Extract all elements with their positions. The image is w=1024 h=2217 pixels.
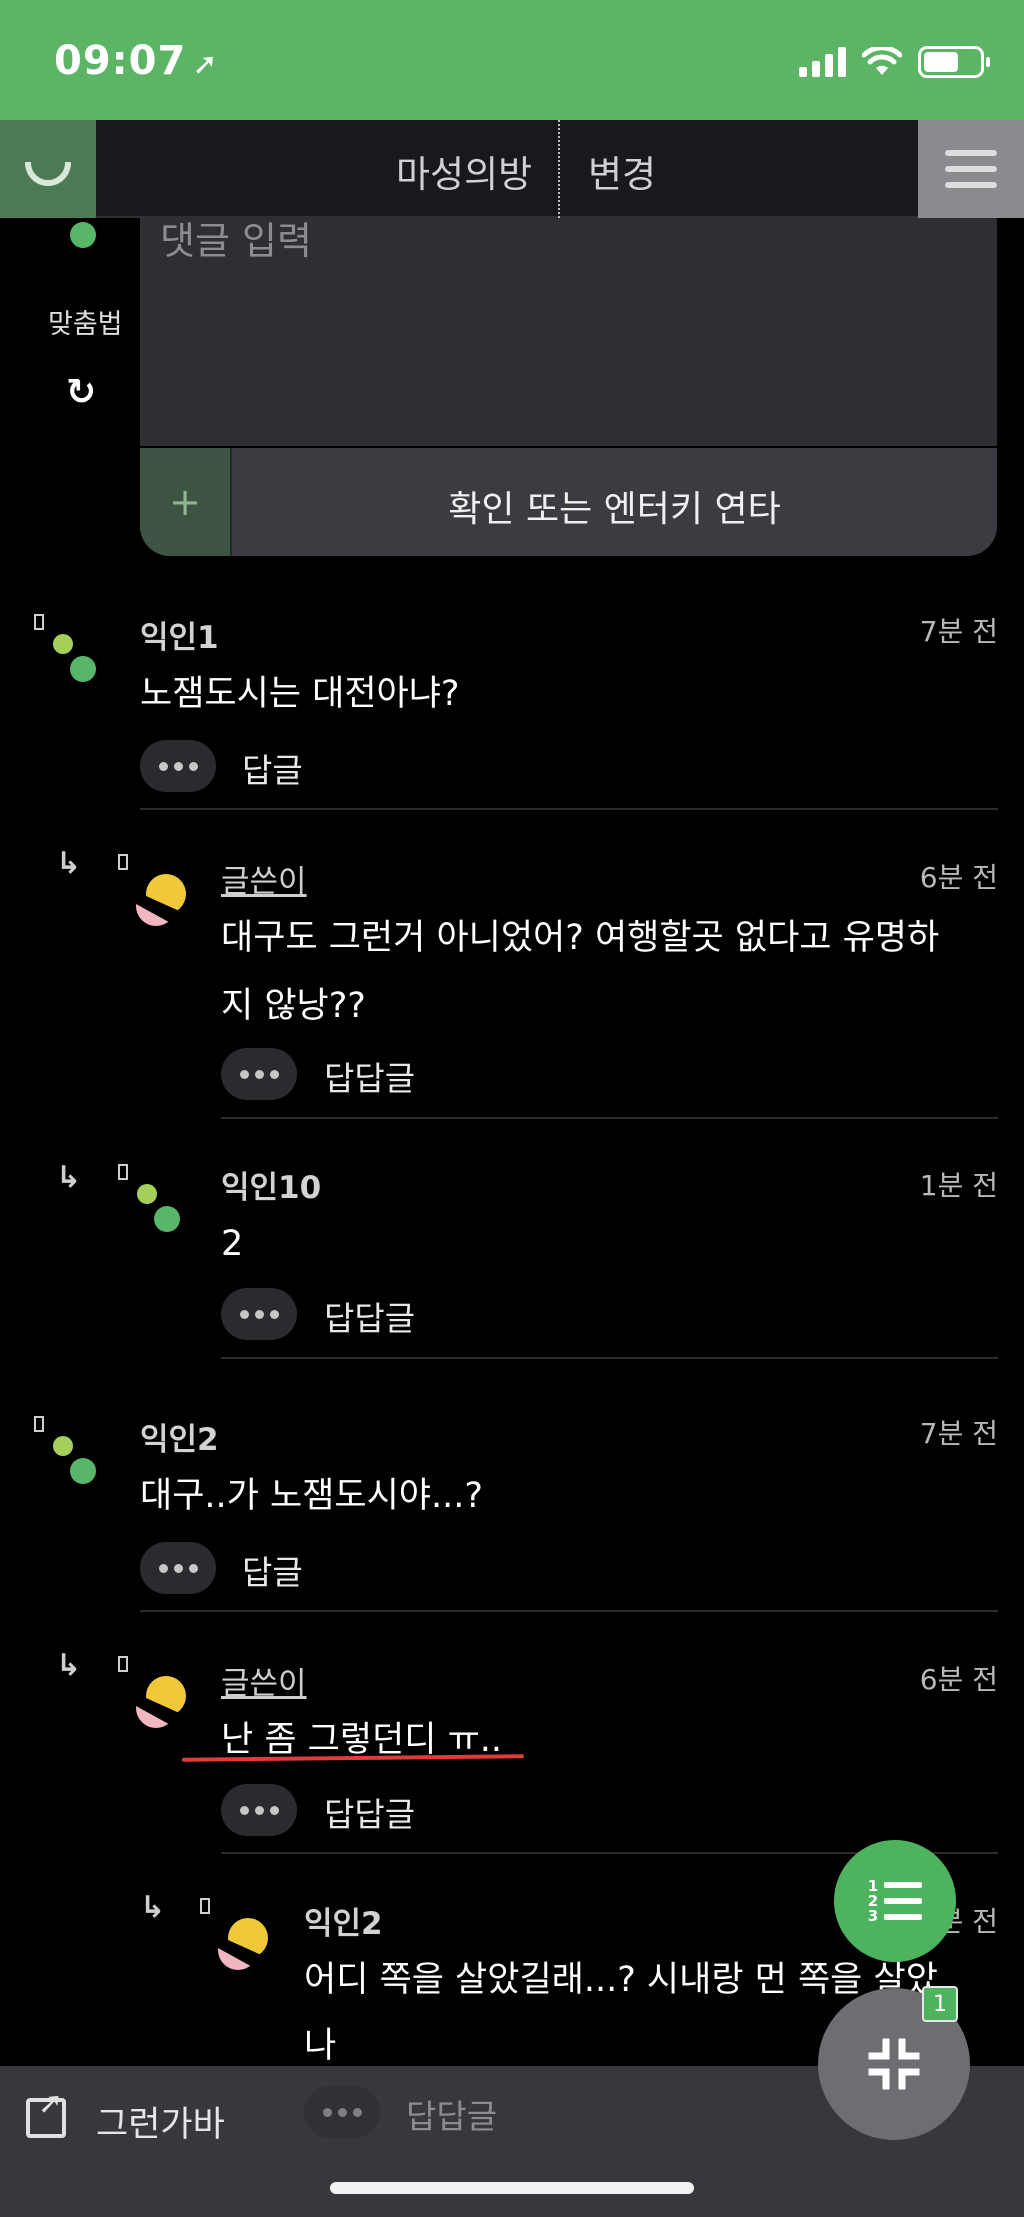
flag-icon xyxy=(118,1656,128,1672)
comment-divider xyxy=(140,1610,998,1612)
comment-text: 난 좀 그렇던디 ㅠ.. xyxy=(221,1720,503,1760)
status-bar: 09:07 ➚ xyxy=(0,0,1024,120)
refresh-icon[interactable]: ↻ xyxy=(66,372,96,413)
writer-avatar xyxy=(134,874,186,926)
comment-input[interactable]: 댓글 입력 xyxy=(140,218,997,446)
change-button[interactable]: 변경 xyxy=(588,144,656,198)
reply-button[interactable]: 답글 xyxy=(242,1546,303,1594)
reply-arrow-icon: ↳ xyxy=(56,846,82,881)
location-arrow-icon: ➚ xyxy=(192,47,219,82)
more-options-button[interactable] xyxy=(221,1048,297,1100)
comment-text: 노잼도시는 대전아냐? xyxy=(140,674,460,714)
shrink-icon xyxy=(868,2038,920,2090)
list-icon xyxy=(884,1882,923,1920)
add-attachment-button[interactable]: + xyxy=(140,448,232,556)
comment-list-button[interactable]: 1 2 3 xyxy=(834,1840,956,1962)
clock-text: 09:07 xyxy=(54,38,187,84)
comment-author[interactable]: 익인10 xyxy=(221,1162,321,1207)
status-icons xyxy=(799,46,990,78)
reply-arrow-icon: ↳ xyxy=(56,1160,82,1195)
logo-button[interactable] xyxy=(0,120,96,218)
comment-time: 1분 전 xyxy=(919,1169,998,1202)
reply-button[interactable]: 답답글 xyxy=(324,1788,415,1836)
cellular-signal-icon xyxy=(799,47,846,77)
comment-author[interactable]: 익인2 xyxy=(304,1898,383,1943)
comment-time: 6분 전 xyxy=(919,861,998,894)
bottom-bar-label[interactable]: 그런가바 xyxy=(96,2096,225,2147)
reply-arrow-icon: ↳ xyxy=(140,1890,166,1925)
writer-avatar xyxy=(134,1676,186,1728)
reply-arrow-icon: ↳ xyxy=(56,1648,82,1683)
wifi-icon xyxy=(862,47,902,75)
avatar xyxy=(216,1918,268,1970)
submit-button[interactable]: 확인 또는 엔터키 연타 xyxy=(232,480,997,532)
comment-divider xyxy=(140,808,998,810)
battery-icon xyxy=(918,46,990,78)
hamburger-menu-button[interactable] xyxy=(918,120,1024,218)
room-title[interactable]: 마성의방 xyxy=(396,144,532,198)
reply-button[interactable]: 답답글 xyxy=(324,1052,415,1100)
reply-button[interactable]: 답답글 xyxy=(324,1292,415,1340)
smile-logo-icon xyxy=(25,162,71,186)
more-options-button[interactable] xyxy=(221,1288,297,1340)
comment-divider xyxy=(221,1117,998,1119)
comment-author[interactable]: 글쓴이 xyxy=(221,1658,307,1703)
comment-text-line: 어디 쪽을 살았길래...? 시내랑 먼 쪽을 살았 xyxy=(304,1960,938,2000)
comment-author[interactable]: 익인2 xyxy=(140,1414,219,1459)
comment-input-placeholder: 댓글 입력 xyxy=(160,219,312,263)
comment-author[interactable]: 글쓴이 xyxy=(221,856,307,901)
flag-icon xyxy=(118,854,128,870)
more-options-button[interactable] xyxy=(140,740,216,792)
reply-button[interactable]: 답답글 xyxy=(406,2090,497,2138)
reply-button[interactable]: 답글 xyxy=(242,744,303,792)
submit-row: + 확인 또는 엔터키 연타 xyxy=(140,448,997,556)
nav-divider xyxy=(558,120,560,218)
top-nav: 마성의방 변경 xyxy=(0,120,1024,218)
notification-badge: 1 xyxy=(922,1986,958,2022)
status-time: 09:07 ➚ xyxy=(54,38,218,84)
comment-time: 6분 전 xyxy=(919,1663,998,1696)
share-icon[interactable] xyxy=(26,2086,66,2138)
user-avatar-dot xyxy=(70,222,96,248)
flag-icon xyxy=(34,614,44,630)
comment-text-line: 대구도 그런거 아니었어? 여행할곳 없다고 유명하 xyxy=(221,918,940,958)
list-numbers-icon: 1 2 3 xyxy=(867,1876,879,1925)
more-options-button[interactable] xyxy=(140,1542,216,1594)
comment-text: 대구..가 노잼도시야...? xyxy=(140,1476,483,1516)
comment-time: 7분 전 xyxy=(919,615,998,648)
flag-icon xyxy=(34,1416,44,1432)
comment-divider xyxy=(221,1357,998,1359)
flag-icon xyxy=(118,1164,128,1180)
more-options-button[interactable] xyxy=(221,1784,297,1836)
comment-author[interactable]: 익인1 xyxy=(140,612,219,657)
comment-text: 2 xyxy=(221,1224,244,1264)
comment-text-line: 지 않낭?? xyxy=(221,986,366,1026)
home-indicator[interactable] xyxy=(330,2182,694,2194)
more-options-button[interactable] xyxy=(304,2086,380,2138)
flag-icon xyxy=(200,1898,210,1914)
spellcheck-label[interactable]: 맞춤법 xyxy=(48,302,123,341)
comment-time: 7분 전 xyxy=(919,1417,998,1450)
